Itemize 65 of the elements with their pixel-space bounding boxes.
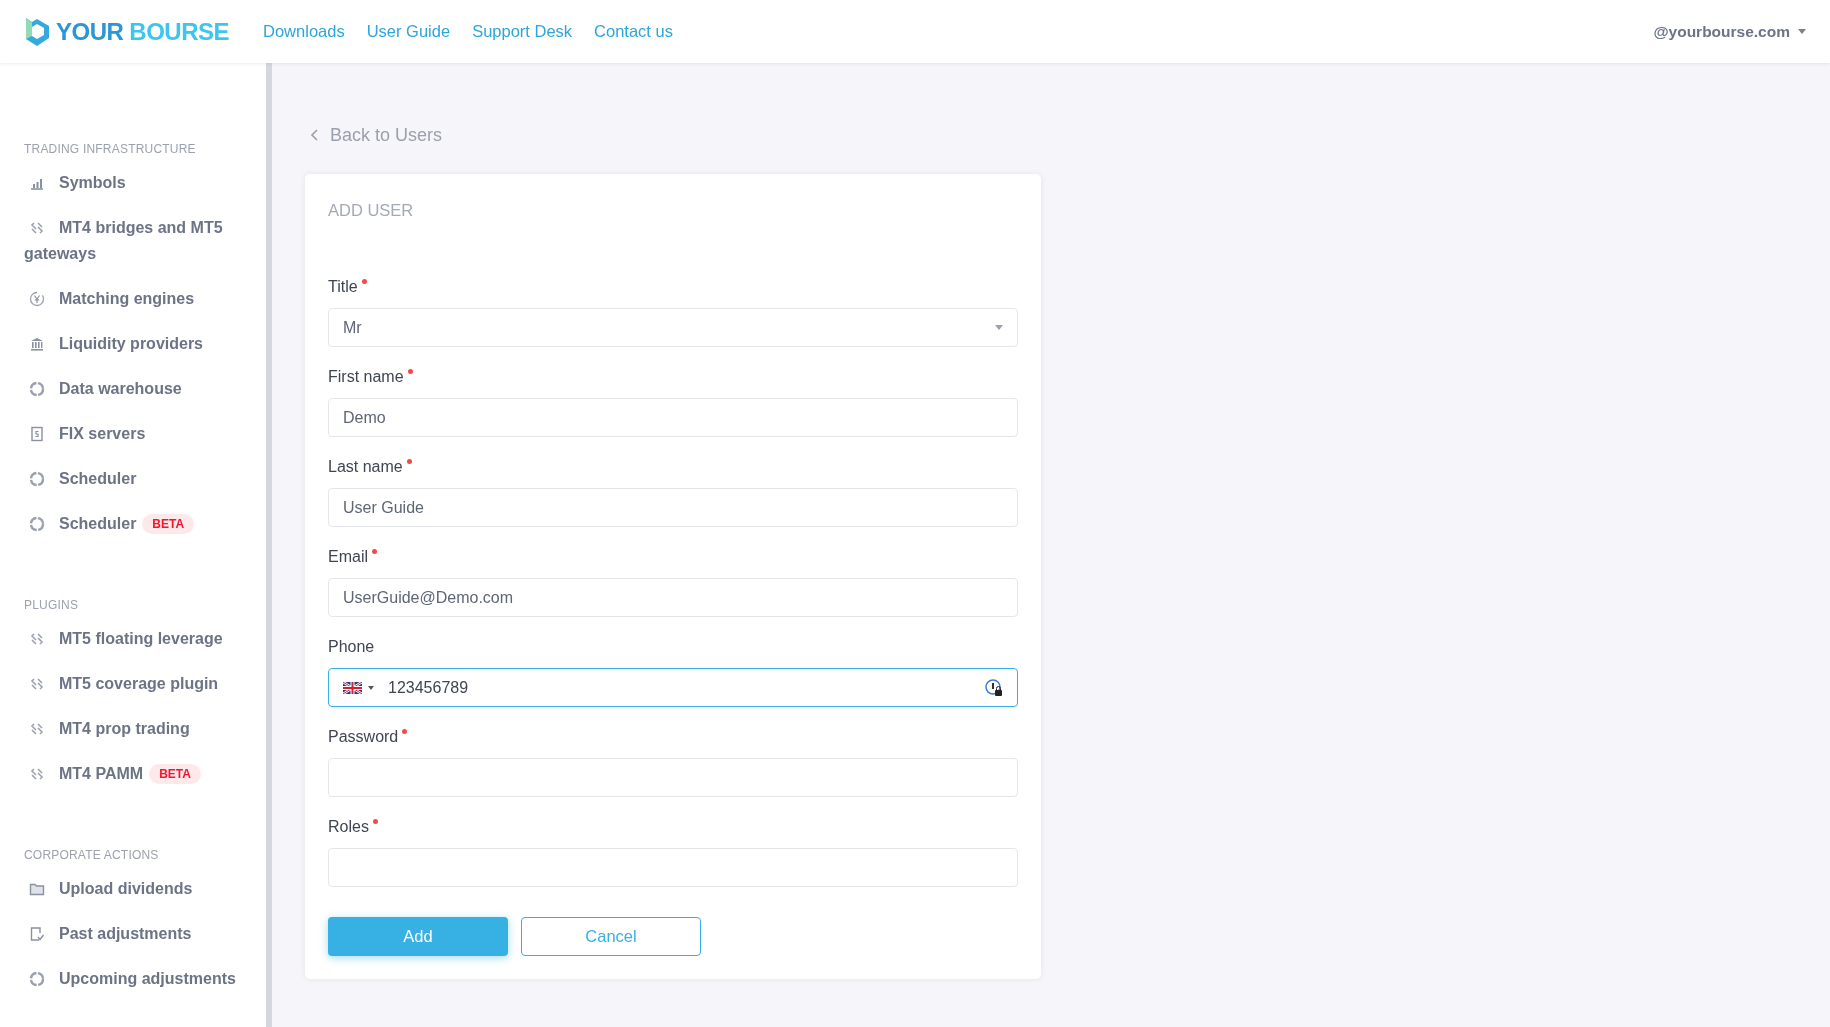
field-label: Last name xyxy=(328,458,403,477)
sidebar-item[interactable]: Liquidity providers xyxy=(24,321,246,366)
add-button[interactable]: Add xyxy=(328,917,508,956)
chevron-left-icon[interactable] xyxy=(311,129,318,141)
logo-text: BOURSE xyxy=(129,17,230,46)
nav-link[interactable]: Downloads xyxy=(263,22,345,41)
input-field[interactable] xyxy=(328,848,1018,887)
input-field[interactable]: Demo xyxy=(328,398,1018,437)
sidebar-item[interactable]: Data warehouse xyxy=(24,366,246,411)
lock-icon[interactable] xyxy=(985,678,1003,697)
logo-icon xyxy=(24,15,50,48)
section-heading: PLUGINS xyxy=(24,598,80,612)
back-link[interactable]: Back to Users xyxy=(311,123,443,147)
field-label: Password xyxy=(328,728,399,747)
sidebar-item[interactable]: MT4 bridges and MT5 gateways xyxy=(24,205,246,276)
link-icon xyxy=(29,720,45,737)
logo-text: YOUR xyxy=(56,17,124,46)
sidebar-item[interactable]: Upload dividends xyxy=(24,866,246,911)
link-icon xyxy=(29,765,45,782)
sidebar-item[interactable]: MT4 prop trading xyxy=(24,706,246,751)
flag-icon[interactable] xyxy=(343,681,362,694)
beta-badge: BETA xyxy=(142,513,195,534)
field-label: Roles xyxy=(328,818,369,837)
beta-badge: BETA xyxy=(149,763,201,784)
ring-icon xyxy=(29,970,45,987)
sidebar-item[interactable]: Upcoming adjustments xyxy=(24,956,246,1001)
bank-icon xyxy=(29,335,45,352)
sidebar-item[interactable]: MT4 PAMM BETA xyxy=(24,751,246,796)
cancel-button[interactable]: Cancel xyxy=(521,917,701,956)
ring-icon xyxy=(29,515,45,532)
sidebar-item[interactable]: Scheduler BETA xyxy=(24,501,246,546)
sidebar-item[interactable]: MT5 floating leverage xyxy=(24,616,246,661)
caret-icon xyxy=(995,325,1003,330)
sidebar-item[interactable]: MT5 coverage plugin xyxy=(24,661,246,706)
field-label: Title xyxy=(328,278,358,297)
nav-link[interactable]: Support Desk xyxy=(472,22,573,41)
ring-icon xyxy=(29,470,45,487)
phone-field[interactable]: 123456789 xyxy=(328,668,1018,707)
link-icon xyxy=(29,675,45,692)
field-label: Email xyxy=(328,548,368,567)
input-field[interactable] xyxy=(328,758,1018,797)
sidebar-item[interactable]: Past adjustments xyxy=(24,911,246,956)
nav-link[interactable]: Contact us xyxy=(594,22,673,41)
caret-icon[interactable] xyxy=(1798,29,1806,34)
sidebar-item[interactable]: Matching engines xyxy=(24,276,246,321)
sidebar-item[interactable]: Scheduler xyxy=(24,456,246,501)
document-icon xyxy=(29,425,45,442)
field-label: Phone xyxy=(328,638,375,657)
sidebar-item[interactable]: Symbols xyxy=(24,160,246,205)
nav-link[interactable]: User Guide xyxy=(366,22,451,41)
link-icon xyxy=(29,219,45,236)
form-title: ADD USER xyxy=(328,201,415,220)
document-check-icon xyxy=(29,925,45,942)
caret-icon[interactable] xyxy=(368,685,374,690)
section-heading: TRADING INFRASTRUCTURE xyxy=(24,142,197,156)
link-icon xyxy=(29,630,45,647)
ring-icon xyxy=(29,380,45,397)
select-field[interactable]: Mr xyxy=(328,308,1018,347)
input-field[interactable]: User Guide xyxy=(328,488,1018,527)
field-label: First name xyxy=(328,368,404,387)
yen-icon xyxy=(29,290,45,307)
sidebar-item[interactable]: FIX servers xyxy=(24,411,246,456)
input-field[interactable]: UserGuide@Demo.com xyxy=(328,578,1018,617)
account-name[interactable]: @yourbourse.com xyxy=(1653,22,1790,41)
section-heading: CORPORATE ACTIONS xyxy=(24,848,160,862)
